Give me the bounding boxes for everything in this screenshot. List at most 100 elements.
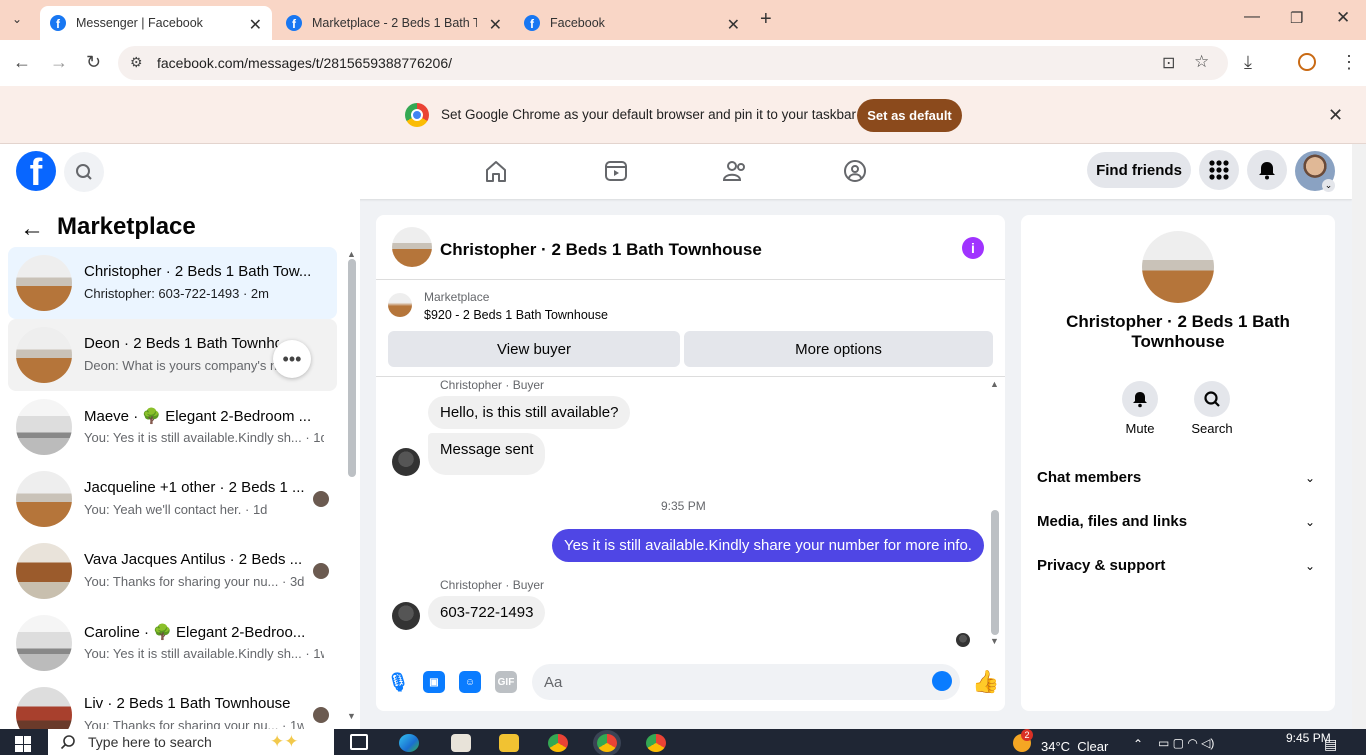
listing-price[interactable]: $920 - 2 Beds 1 Bath Townhouse [424, 308, 608, 322]
privacy-support-section[interactable]: Privacy & support [1037, 557, 1165, 574]
search-button[interactable] [64, 152, 104, 192]
chat-scrollbar[interactable] [991, 510, 999, 635]
emoji-icon[interactable] [932, 671, 952, 691]
tray-icons[interactable]: ▭ ▢ ◠ ◁) [1158, 736, 1214, 750]
video-icon[interactable] [602, 157, 630, 185]
photo-icon[interactable]: ▣ [423, 671, 445, 693]
notifications-button[interactable] [1247, 150, 1287, 190]
conversation-item-maeve[interactable]: Maeve · 🌳 Elegant 2-Bedroom ... You: Yes… [8, 391, 337, 463]
site-info-icon[interactable]: ⚙ [130, 54, 143, 71]
scroll-up-icon[interactable]: ▲ [347, 249, 356, 259]
media-files-links-section[interactable]: Media, files and links [1037, 513, 1187, 530]
conversation-item-caroline[interactable]: Caroline · 🌳 Elegant 2-Bedroo... You: Ye… [8, 607, 337, 679]
conversation-title: Jacqueline +1 other · 2 Beds 1 ... [84, 479, 304, 496]
chevron-down-icon[interactable]: ⌄ [1305, 515, 1315, 529]
my-message-bubble[interactable]: Yes it is still available.Kindly share y… [552, 529, 984, 562]
conversation-item-jacqueline[interactable]: Jacqueline +1 other · 2 Beds 1 ... You: … [8, 463, 337, 535]
back-icon[interactable]: ← [13, 52, 31, 73]
gif-icon[interactable]: GIF [495, 671, 517, 693]
new-tab-icon[interactable]: + [760, 8, 772, 31]
downloads-icon[interactable]: ⤓ [1244, 52, 1252, 73]
chevron-down-icon[interactable]: ⌄ [1322, 179, 1335, 192]
conversation-item-vava[interactable]: Vava Jacques Antilus · 2 Beds ... You: T… [8, 535, 337, 607]
home-icon[interactable] [482, 157, 510, 185]
chrome-icon[interactable] [548, 734, 568, 752]
chevron-down-icon[interactable]: ⌄ [1305, 559, 1315, 573]
taskbar-search[interactable]: Type here to search ✦✦ [48, 729, 334, 755]
tab-messenger[interactable]: f Messenger | Facebook ✕ [40, 6, 272, 40]
chat-title[interactable]: Christopher · 2 Beds 1 Bath Townhouse [440, 240, 762, 260]
message-timestamp: 9:35 PM [661, 499, 706, 513]
conversation-item-liv[interactable]: Liv · 2 Beds 1 Bath Townhouse You: Thank… [8, 679, 337, 729]
paint-icon[interactable] [451, 734, 471, 752]
search-conversation-button[interactable] [1194, 381, 1230, 417]
tab-facebook[interactable]: f Facebook ✕ [514, 6, 750, 40]
edge-icon[interactable] [399, 734, 419, 752]
groups-icon[interactable] [841, 157, 869, 185]
minimize-icon[interactable]: — [1244, 8, 1260, 26]
mute-button[interactable] [1122, 381, 1158, 417]
sidebar-scrollbar[interactable] [348, 259, 356, 477]
conversation-title: Vava Jacques Antilus · 2 Beds ... [84, 551, 303, 568]
bookmark-star-icon[interactable]: ☆ [1194, 52, 1209, 72]
restore-icon[interactable]: ❐ [1290, 9, 1303, 27]
install-app-icon[interactable]: ⊡ [1162, 53, 1175, 73]
tab-title: Messenger | Facebook [76, 16, 203, 30]
more-options-icon[interactable]: ••• [273, 340, 311, 378]
find-friends-button[interactable]: Find friends [1087, 152, 1191, 188]
facebook-top-nav: f Find friends ⌄ [0, 144, 1352, 199]
address-bar[interactable]: ⚙ facebook.com/messages/t/28156593887762… [118, 46, 1228, 80]
message-bubble[interactable]: Hello, is this still available? [428, 396, 631, 429]
scroll-down-icon[interactable]: ▼ [990, 636, 999, 646]
chevron-up-icon[interactable]: ⌃ [1133, 737, 1143, 751]
view-buyer-button[interactable]: View buyer [388, 331, 680, 367]
chrome-logo-icon [405, 103, 429, 127]
profile-icon[interactable] [1298, 53, 1316, 71]
file-explorer-icon[interactable] [499, 734, 519, 752]
conversation-preview: You: Thanks for sharing your nu... · 3d [84, 574, 304, 589]
chat-avatar[interactable] [392, 227, 432, 267]
friends-icon[interactable] [721, 157, 749, 185]
message-sender: Christopher · Buyer [440, 578, 545, 592]
tab-marketplace[interactable]: f Marketplace - 2 Beds 1 Bath To ✕ [276, 6, 512, 40]
message-bubble[interactable]: 603-722-1493 [428, 596, 546, 629]
facebook-favicon-icon: f [50, 15, 66, 31]
url-text[interactable]: facebook.com/messages/t/2815659388776206… [157, 55, 452, 71]
close-tab-icon[interactable]: ✕ [249, 15, 262, 35]
scroll-up-icon[interactable]: ▲ [990, 379, 999, 389]
close-tab-icon[interactable]: ✕ [727, 15, 740, 35]
conversation-item-christopher[interactable]: Christopher · 2 Beds 1 Bath Tow... Chris… [8, 247, 337, 319]
back-arrow-icon[interactable]: ← [20, 215, 44, 243]
menu-button[interactable] [1199, 150, 1239, 190]
notification-center-icon[interactable]: ▤ [1324, 736, 1337, 753]
scroll-down-icon[interactable]: ▼ [347, 711, 356, 721]
message-input[interactable]: Aa [532, 664, 960, 700]
weather-text[interactable]: 34°C Clear [1041, 739, 1108, 754]
close-tab-icon[interactable]: ✕ [489, 15, 502, 35]
facebook-favicon-icon: f [524, 15, 540, 31]
more-options-button[interactable]: More options [684, 331, 993, 367]
forward-icon[interactable]: → [50, 52, 68, 73]
tab-search-icon[interactable]: ⌄ [12, 12, 22, 26]
sticker-icon[interactable]: ☺ [459, 671, 481, 693]
chrome-icon[interactable] [646, 734, 666, 752]
details-name: Christopher · 2 Beds 1 Bath Townhouse [1066, 312, 1290, 351]
reload-icon[interactable]: ↻ [86, 52, 101, 73]
task-view-icon[interactable] [350, 734, 368, 750]
microphone-icon[interactable]: 🎙 [387, 671, 410, 693]
windows-start-icon[interactable] [15, 736, 31, 752]
infobar-close-icon[interactable]: ✕ [1328, 105, 1343, 126]
chrome-active-icon[interactable] [597, 734, 617, 752]
page-scrollbar[interactable] [1352, 144, 1366, 729]
set-as-default-button[interactable]: Set as default [857, 99, 962, 132]
window-close-icon[interactable]: ✕ [1336, 8, 1350, 28]
chrome-menu-icon[interactable]: ⋮ [1340, 52, 1358, 73]
thumbs-up-icon[interactable]: 👍 [972, 669, 999, 695]
facebook-favicon-icon: f [286, 15, 302, 31]
chevron-down-icon[interactable]: ⌄ [1305, 471, 1315, 485]
info-icon[interactable]: i [962, 237, 984, 259]
message-bubble[interactable]: Message sent [428, 433, 546, 475]
details-avatar[interactable] [1142, 231, 1214, 303]
facebook-logo-icon[interactable]: f [16, 151, 56, 191]
chat-members-section[interactable]: Chat members [1037, 469, 1141, 486]
